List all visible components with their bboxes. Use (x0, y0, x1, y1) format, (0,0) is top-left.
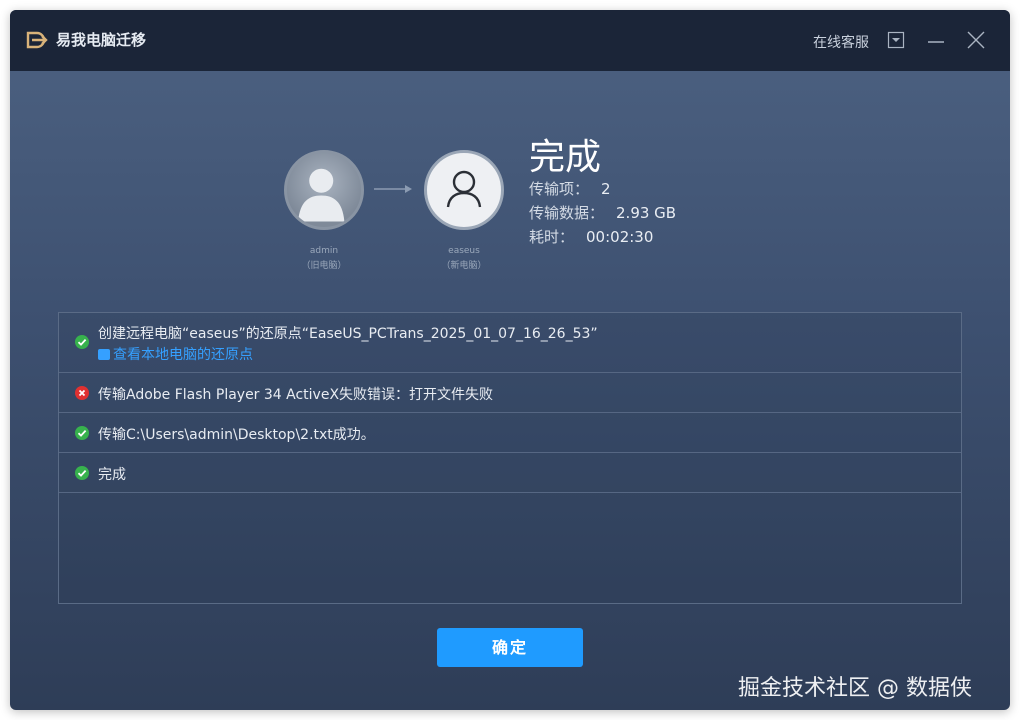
target-pc-name: easeus (448, 246, 480, 256)
close-icon[interactable] (966, 30, 986, 50)
log-item-text: 传输C:\Users\admin\Desktop\2.txt成功。 (98, 427, 375, 443)
app-logo-icon (26, 31, 48, 49)
transfer-items-stat: 传输项： 2 (529, 178, 611, 198)
success-check-icon (75, 466, 89, 480)
log-item-text: 创建远程电脑“easeus”的还原点“EaseUS_PCTrans_2025_0… (98, 326, 598, 342)
elapsed-time-stat: 耗时： 00:02:30 (529, 226, 653, 246)
dropdown-menu-icon[interactable] (886, 30, 906, 50)
transfer-data-stat: 传输数据： 2.93 GB (529, 202, 676, 222)
restore-point-icon (98, 349, 110, 360)
source-pc-avatar (284, 150, 364, 230)
source-pc-name: admin (309, 246, 339, 256)
transfer-log-panel[interactable]: 创建远程电脑“easeus”的还原点“EaseUS_PCTrans_2025_0… (58, 312, 962, 604)
minimize-icon[interactable] (926, 30, 946, 50)
elapsed-time-value: 00:02:30 (586, 228, 654, 246)
transfer-data-value: 2.93 GB (616, 204, 677, 222)
view-restore-points-label: 查看本地电脑的还原点 (113, 347, 253, 363)
log-item: 传输Adobe Flash Player 34 ActiveX失败错误：打开文件… (59, 373, 961, 413)
error-x-icon (75, 386, 89, 400)
completion-title: 完成 (529, 137, 602, 178)
elapsed-time-label: 耗时： (529, 228, 575, 246)
title-bar: 易我电脑迁移 在线客服 (10, 10, 1010, 71)
transfer-data-label: 传输数据： (529, 204, 605, 222)
target-pc-label: （新电脑） (441, 261, 487, 271)
log-item-text: 完成 (98, 467, 126, 483)
online-support-link[interactable]: 在线客服 (813, 32, 869, 52)
target-pc-avatar (424, 150, 504, 230)
watermark-text: 掘金技术社区 @ 数据侠 (738, 676, 972, 701)
confirm-button[interactable]: 确定 (437, 628, 583, 667)
log-item: 传输C:\Users\admin\Desktop\2.txt成功。 (59, 413, 961, 453)
app-window: 易我电脑迁移 在线客服 admin （旧电脑） easeus （新电脑） 完成 (10, 10, 1010, 710)
log-item: 完成 (59, 453, 961, 493)
success-check-icon (75, 426, 89, 440)
success-check-icon (75, 335, 89, 349)
log-item-text: 传输Adobe Flash Player 34 ActiveX失败错误：打开文件… (98, 387, 494, 403)
transfer-items-label: 传输项： (529, 180, 590, 198)
log-item: 创建远程电脑“easeus”的还原点“EaseUS_PCTrans_2025_0… (59, 313, 961, 373)
transfer-arrow-icon (374, 185, 412, 193)
user-outline-icon (446, 170, 482, 208)
source-pc-label: （旧电脑） (301, 261, 347, 271)
app-title: 易我电脑迁移 (56, 31, 147, 49)
user-silhouette-icon (298, 168, 345, 222)
view-restore-points-link[interactable]: 查看本地电脑的还原点 (98, 344, 253, 364)
transfer-items-value: 2 (601, 180, 611, 198)
